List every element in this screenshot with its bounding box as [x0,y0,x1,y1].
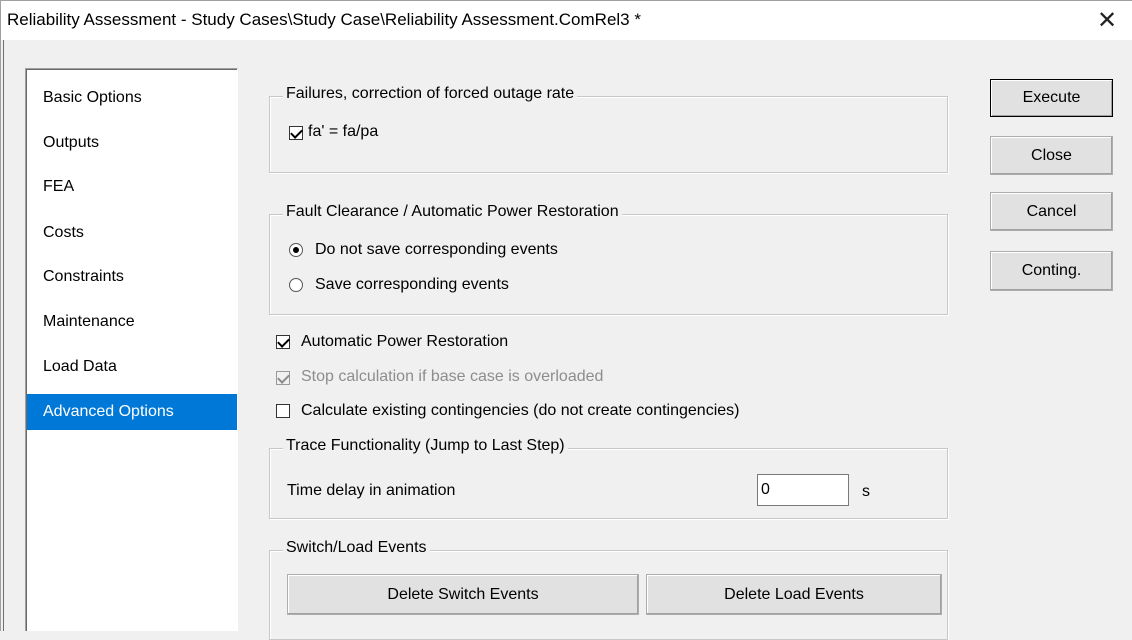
events-group-title: Switch/Load Events [283,539,430,557]
options-nav-list: Basic Options Outputs FEA Costs Constrai… [25,68,238,631]
nav-item-maintenance[interactable]: Maintenance [27,304,237,340]
stop-calc-checkbox [276,371,290,385]
radio-save-events[interactable] [289,278,303,292]
delete-switch-events-button[interactable]: Delete Switch Events [287,574,639,615]
conting-button[interactable]: Conting. [990,251,1113,291]
fault-clearance-group-title: Fault Clearance / Automatic Power Restor… [283,203,622,221]
title-bar: Reliability Assessment - Study Cases\Stu… [0,0,1132,40]
auto-restoration-checkbox[interactable] [276,335,290,349]
window-left-border [0,40,4,631]
close-icon[interactable]: ✕ [1087,4,1127,38]
radio-no-save-events[interactable] [289,243,303,257]
stop-calc-label: Stop calculation if base case is overloa… [301,368,604,385]
nav-item-advanced-options[interactable]: Advanced Options [27,394,237,430]
execute-button[interactable]: Execute [990,79,1113,117]
fault-clearance-group: Fault Clearance / Automatic Power Restor… [269,203,948,315]
window-title: Reliability Assessment - Study Cases\Stu… [7,10,641,29]
nav-item-load-data[interactable]: Load Data [27,349,237,385]
radio-save-events-label: Save corresponding events [315,276,509,293]
calc-existing-label: Calculate existing contingencies (do not… [301,402,740,419]
nav-item-basic-options[interactable]: Basic Options [27,80,237,116]
fa-correction-label: fa' = fa/pa [308,123,379,140]
calc-existing-checkbox[interactable] [276,404,290,418]
time-delay-input[interactable] [757,474,849,506]
auto-restoration-label: Automatic Power Restoration [301,333,509,350]
time-delay-label: Time delay in animation [287,482,456,499]
cancel-button[interactable]: Cancel [990,192,1113,231]
nav-item-costs[interactable]: Costs [27,215,237,251]
nav-item-outputs[interactable]: Outputs [27,125,237,161]
failures-group-title: Failures, correction of forced outage ra… [283,85,578,103]
radio-no-save-events-label: Do not save corresponding events [315,241,558,258]
nav-item-fea[interactable]: FEA [27,169,237,205]
trace-group-title: Trace Functionality (Jump to Last Step) [283,437,568,455]
time-delay-unit: s [862,483,870,500]
close-button[interactable]: Close [990,136,1113,175]
delete-load-events-button[interactable]: Delete Load Events [646,574,942,615]
nav-item-constraints[interactable]: Constraints [27,259,237,295]
fa-correction-checkbox[interactable] [289,126,303,140]
